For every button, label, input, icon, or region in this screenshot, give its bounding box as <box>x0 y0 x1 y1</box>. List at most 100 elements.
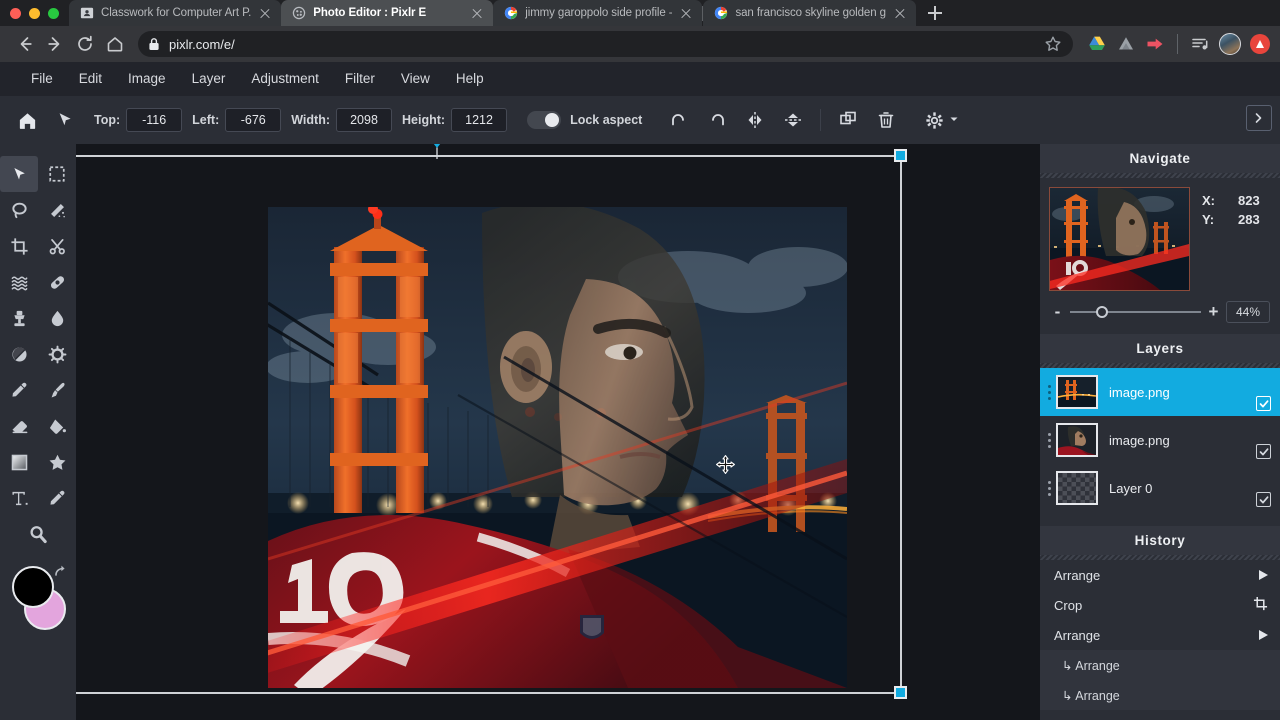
cutout-tool[interactable] <box>38 228 76 264</box>
tab-close-button[interactable] <box>258 6 272 20</box>
maximize-window-button[interactable] <box>48 8 59 19</box>
forward-arrow-icon[interactable] <box>40 29 70 59</box>
history-item[interactable]: Arrange <box>1040 620 1280 650</box>
color-picker-tool[interactable] <box>0 372 38 408</box>
paint-brush-tool[interactable] <box>38 372 76 408</box>
red-arrow-extension-icon[interactable] <box>1145 34 1165 54</box>
menu-layer[interactable]: Layer <box>179 62 239 96</box>
undo-icon[interactable] <box>660 101 698 139</box>
back-arrow-icon[interactable] <box>10 29 40 59</box>
history-item[interactable]: ↳ Arrange <box>1040 650 1280 680</box>
browser-tab-1[interactable]: Photo Editor : Pixlr E <box>281 0 493 26</box>
navigator-thumbnail[interactable] <box>1049 187 1190 291</box>
settings-gear-icon[interactable] <box>915 101 953 139</box>
left-label: Left: <box>192 113 219 127</box>
swap-colors-icon[interactable] <box>52 562 70 585</box>
profile-avatar[interactable] <box>1219 33 1241 55</box>
eraser-tool[interactable] <box>0 408 38 444</box>
menu-help[interactable]: Help <box>443 62 497 96</box>
zoom-level-value[interactable]: 44% <box>1226 301 1270 323</box>
lasso-select-tool[interactable] <box>0 192 38 228</box>
paint-bucket-tool[interactable] <box>38 408 76 444</box>
record-icon[interactable] <box>1250 34 1270 54</box>
blur-tool[interactable] <box>38 300 76 336</box>
tab-close-button[interactable] <box>470 6 484 20</box>
clone-stamp-tool[interactable] <box>0 300 38 336</box>
layer-drag-handle[interactable] <box>1045 481 1054 496</box>
toolbar-divider <box>1177 34 1178 54</box>
browser-tab-3[interactable]: san francisco skyline golden g <box>703 0 915 26</box>
text-tool[interactable] <box>0 480 38 516</box>
arrange-tool[interactable] <box>0 156 38 192</box>
left-input[interactable]: -676 <box>225 108 281 132</box>
resize-handle-bottom-right[interactable] <box>894 686 907 699</box>
zoom-tool[interactable] <box>19 516 57 552</box>
address-bar[interactable]: pixlr.com/e/ <box>138 31 1073 57</box>
menu-edit[interactable]: Edit <box>66 62 115 96</box>
tab-close-button[interactable] <box>893 6 907 20</box>
layer-visibility-checkbox[interactable] <box>1256 396 1271 411</box>
top-input[interactable]: -116 <box>126 108 182 132</box>
flip-vertical-icon[interactable] <box>774 101 812 139</box>
delete-icon[interactable] <box>867 101 905 139</box>
menu-adjustment[interactable]: Adjustment <box>238 62 332 96</box>
magic-wand-tool[interactable] <box>38 192 76 228</box>
layer-visibility-checkbox[interactable] <box>1256 444 1271 459</box>
layer-row[interactable]: Layer 0 <box>1040 464 1280 512</box>
guide-pin[interactable] <box>428 144 446 165</box>
collapse-panel-icon[interactable] <box>1246 105 1272 131</box>
liquify-tool[interactable] <box>0 264 38 300</box>
crop-tool[interactable] <box>0 228 38 264</box>
eyedropper-tool[interactable] <box>38 480 76 516</box>
shape-tool[interactable] <box>38 444 76 480</box>
tab-close-button[interactable] <box>679 6 693 20</box>
heal-tool[interactable] <box>38 264 76 300</box>
zoom-slider[interactable] <box>1070 305 1201 319</box>
history-item[interactable]: ↳ Arrange <box>1040 680 1280 710</box>
browser-extensions <box>1081 33 1270 55</box>
marquee-select-tool[interactable] <box>38 156 76 192</box>
layer-row[interactable]: image.png <box>1040 368 1280 416</box>
layer-drag-handle[interactable] <box>1045 433 1054 448</box>
transparent-thumb <box>1058 473 1096 503</box>
drive-gray-icon[interactable] <box>1116 34 1136 54</box>
artwork-image[interactable] <box>268 207 847 688</box>
flip-horizontal-icon[interactable] <box>736 101 774 139</box>
canvas-workspace[interactable] <box>76 144 1040 720</box>
browser-tab-0[interactable]: Classwork for Computer Art P. <box>69 0 281 26</box>
menu-file[interactable]: File <box>18 62 66 96</box>
gradient-tool[interactable] <box>0 444 38 480</box>
new-tab-button[interactable] <box>922 0 948 26</box>
star-icon[interactable] <box>1043 34 1063 54</box>
layer-name: Layer 0 <box>1109 481 1272 496</box>
redo-icon[interactable] <box>698 101 736 139</box>
layer-visibility-checkbox[interactable] <box>1256 492 1271 507</box>
resize-handle-top-right[interactable] <box>894 149 907 162</box>
history-item[interactable]: Crop <box>1040 590 1280 620</box>
history-item[interactable]: Arrange <box>1040 560 1280 590</box>
playlist-icon[interactable] <box>1190 34 1210 54</box>
google-drive-icon[interactable] <box>1087 34 1107 54</box>
composite-artwork <box>268 207 847 688</box>
home-icon[interactable] <box>100 29 130 59</box>
menu-view[interactable]: View <box>388 62 443 96</box>
dodge-burn-tool[interactable] <box>0 336 38 372</box>
reload-icon[interactable] <box>70 29 100 59</box>
menu-image[interactable]: Image <box>115 62 179 96</box>
detail-tool[interactable] <box>38 336 76 372</box>
browser-tab-2[interactable]: jimmy garoppolo side profile - <box>493 0 702 26</box>
layer-drag-handle[interactable] <box>1045 385 1054 400</box>
chevron-down-icon[interactable] <box>949 111 959 129</box>
close-window-button[interactable] <box>10 8 21 19</box>
duplicate-icon[interactable] <box>829 101 867 139</box>
menu-filter[interactable]: Filter <box>332 62 388 96</box>
minimize-window-button[interactable] <box>29 8 40 19</box>
zoom-in-button[interactable]: + <box>1208 302 1219 322</box>
height-input[interactable]: 1212 <box>451 108 507 132</box>
width-input[interactable]: 2098 <box>336 108 392 132</box>
foreground-color-swatch[interactable] <box>12 566 54 608</box>
layer-row[interactable]: image.png <box>1040 416 1280 464</box>
home-icon[interactable] <box>8 101 46 139</box>
zoom-out-button[interactable]: - <box>1052 302 1063 322</box>
lock-aspect-toggle[interactable]: Lock aspect <box>527 111 642 129</box>
